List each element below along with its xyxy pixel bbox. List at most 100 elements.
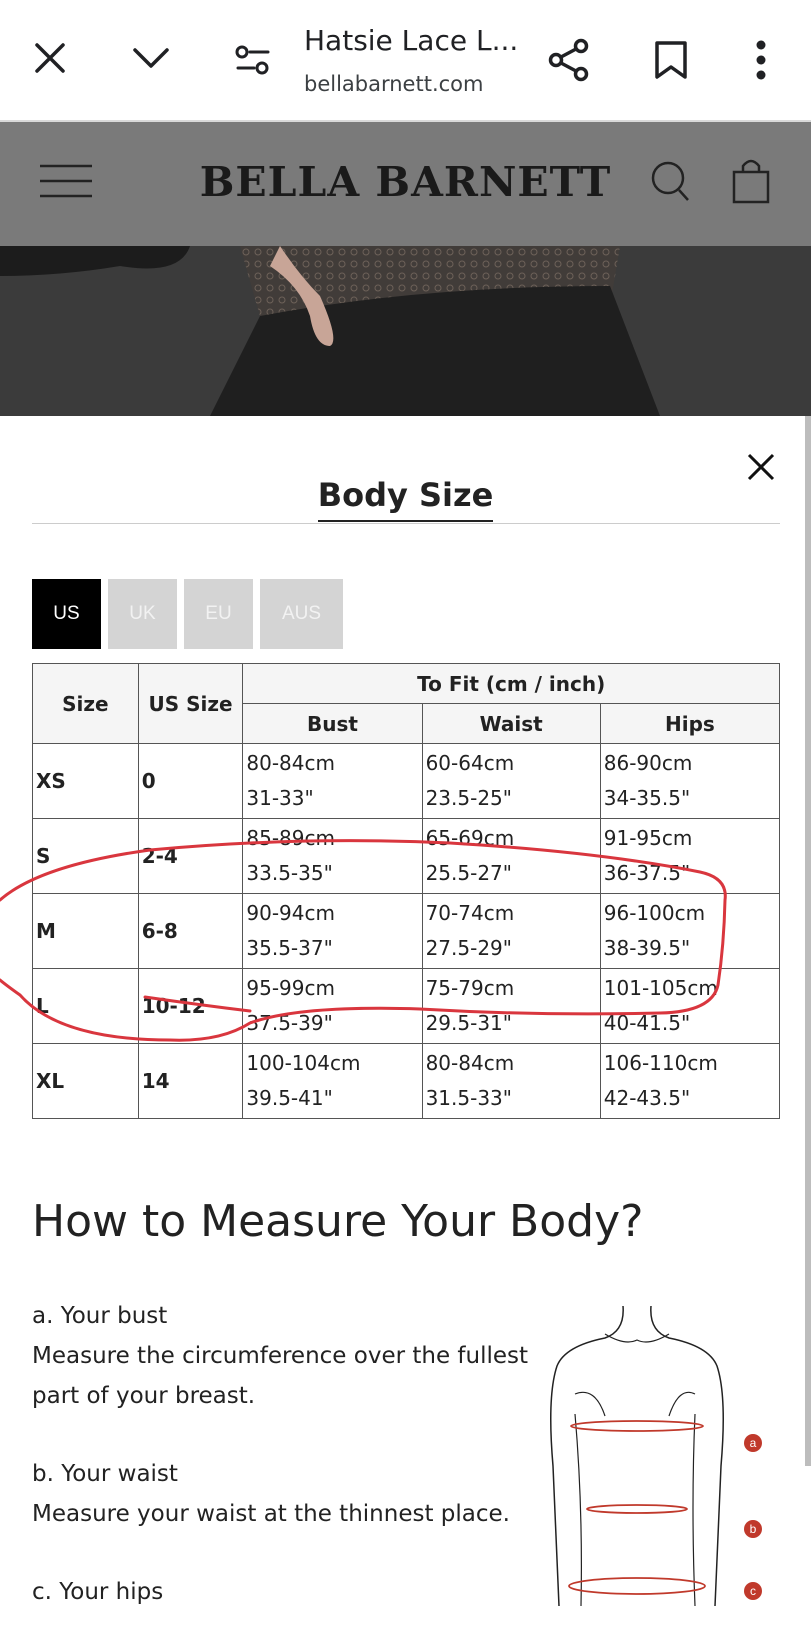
cell-inch: 40-41.5" bbox=[603, 1011, 691, 1035]
divider bbox=[32, 523, 780, 524]
table-row: M 6-8 90-94cm 35.5-37" 70-74cm 27.5-29" 96… bbox=[32, 893, 781, 969]
header-to-fit: To Fit (cm / inch) bbox=[242, 663, 780, 704]
cell-size: XS bbox=[32, 743, 139, 819]
region-tabs: US UK EU AUS bbox=[32, 579, 343, 649]
browser-toolbar: Hatsie Lace L... bellabarnett.com bbox=[0, 0, 811, 122]
header-hips: Hips bbox=[599, 703, 781, 744]
measure-item-text: Measure your waist at the thinnest place… bbox=[32, 1501, 510, 1527]
cell-waist: 75-79cm 29.5-31" bbox=[421, 968, 601, 1044]
cell-inch: 31-33" bbox=[246, 786, 314, 810]
cell-inch: 36-37.5" bbox=[603, 861, 691, 885]
cell-us-size: 10-12 bbox=[137, 968, 244, 1044]
bookmark-icon[interactable] bbox=[654, 40, 688, 80]
cell-size: S bbox=[32, 818, 139, 894]
measure-item: b. Your waist Measure your waist at the … bbox=[32, 1454, 532, 1534]
product-image bbox=[0, 246, 811, 416]
cell-cm: 100-104cm bbox=[246, 1051, 361, 1075]
more-vert-icon[interactable] bbox=[754, 40, 768, 80]
table-row: XS 0 80-84cm 31-33" 60-64cm 23.5-25" 86-90… bbox=[32, 743, 781, 819]
tab-uk[interactable]: UK bbox=[108, 579, 177, 649]
measure-item: a. Your bust Measure the circumference o… bbox=[32, 1296, 532, 1416]
cell-inch: 34-35.5" bbox=[603, 786, 691, 810]
site-settings-icon[interactable] bbox=[234, 44, 272, 76]
header-size: Size bbox=[32, 663, 139, 744]
scrollbar[interactable] bbox=[805, 416, 811, 1466]
table-row: XL 14 100-104cm 39.5-41" 80-84cm 31.5-33" … bbox=[32, 1043, 781, 1119]
measure-item-label: b. Your waist bbox=[32, 1461, 178, 1487]
cell-inch: 38-39.5" bbox=[603, 936, 691, 960]
tab-title[interactable]: Hatsie Lace L... bbox=[304, 24, 518, 57]
cell-waist: 60-64cm 23.5-25" bbox=[421, 743, 601, 819]
measure-instructions: a. Your bust Measure the circumference o… bbox=[32, 1296, 532, 1650]
cell-bust: 85-89cm 33.5-35" bbox=[242, 818, 423, 894]
cell-cm: 90-94cm bbox=[246, 901, 335, 925]
cell-cm: 91-95cm bbox=[603, 826, 693, 850]
modal-title: Body Size bbox=[317, 476, 494, 522]
table-row: L 10-12 95-99cm 37.5-39" 75-79cm 29.5-31" … bbox=[32, 968, 781, 1044]
table-row: S 2-4 85-89cm 33.5-35" 65-69cm 25.5-27" 91… bbox=[32, 818, 781, 894]
cell-hips: 96-100cm 38-39.5" bbox=[599, 893, 781, 969]
cell-inch: 23.5-25" bbox=[425, 786, 512, 810]
cell-inch: 29.5-31" bbox=[425, 1011, 512, 1035]
size-chart-modal: Body Size US UK EU AUS Size US Size To F… bbox=[0, 416, 811, 1606]
cell-inch: 37.5-39" bbox=[246, 1011, 333, 1035]
cell-bust: 80-84cm 31-33" bbox=[242, 743, 423, 819]
cell-us-size: 6-8 bbox=[137, 893, 244, 969]
cell-inch: 25.5-27" bbox=[425, 861, 512, 885]
tab-us[interactable]: US bbox=[32, 579, 101, 649]
header-waist: Waist bbox=[421, 703, 601, 744]
cell-cm: 85-89cm bbox=[246, 826, 335, 850]
cell-cm: 75-79cm bbox=[425, 976, 515, 1000]
cell-size: M bbox=[32, 893, 139, 969]
cell-cm: 95-99cm bbox=[246, 976, 335, 1000]
cell-waist: 65-69cm 25.5-27" bbox=[421, 818, 601, 894]
marker-b: b bbox=[744, 1520, 762, 1538]
cell-cm: 70-74cm bbox=[425, 901, 515, 925]
cell-cm: 65-69cm bbox=[425, 826, 515, 850]
search-icon[interactable] bbox=[650, 160, 692, 204]
shopping-bag-icon[interactable] bbox=[732, 158, 770, 204]
cell-inch: 42-43.5" bbox=[603, 1086, 691, 1110]
tab-eu[interactable]: EU bbox=[184, 579, 253, 649]
cell-size: L bbox=[32, 968, 139, 1044]
cell-cm: 80-84cm bbox=[425, 1051, 515, 1075]
cell-inch: 31.5-33" bbox=[425, 1086, 512, 1110]
cell-waist: 70-74cm 27.5-29" bbox=[421, 893, 601, 969]
tab-aus[interactable]: AUS bbox=[260, 579, 343, 649]
cell-inch: 39.5-41" bbox=[246, 1086, 333, 1110]
cell-hips: 106-110cm 42-43.5" bbox=[599, 1043, 781, 1119]
close-icon[interactable] bbox=[34, 42, 66, 74]
cell-us-size: 14 bbox=[137, 1043, 244, 1119]
cell-waist: 80-84cm 31.5-33" bbox=[421, 1043, 601, 1119]
cell-bust: 95-99cm 37.5-39" bbox=[242, 968, 423, 1044]
cell-hips: 86-90cm 34-35.5" bbox=[599, 743, 781, 819]
measure-heading: How to Measure Your Body? bbox=[32, 1196, 644, 1247]
cell-hips: 101-105cm 40-41.5" bbox=[599, 968, 781, 1044]
cell-us-size: 0 bbox=[137, 743, 244, 819]
cell-bust: 90-94cm 35.5-37" bbox=[242, 893, 423, 969]
site-header: BELLA BARNETT bbox=[0, 122, 811, 246]
cell-cm: 96-100cm bbox=[603, 901, 706, 925]
cell-us-size: 2-4 bbox=[137, 818, 244, 894]
measure-item-text: Measure the circumference over the fulle… bbox=[32, 1343, 529, 1409]
marker-a: a bbox=[744, 1434, 762, 1452]
cell-inch: 27.5-29" bbox=[425, 936, 512, 960]
cell-size: XL bbox=[32, 1043, 139, 1119]
marker-c: c bbox=[744, 1582, 762, 1600]
cell-inch: 33.5-35" bbox=[246, 861, 333, 885]
cell-inch: 35.5-37" bbox=[246, 936, 333, 960]
chevron-down-icon[interactable] bbox=[132, 46, 170, 72]
share-icon[interactable] bbox=[548, 38, 590, 82]
cell-cm: 106-110cm bbox=[603, 1051, 718, 1075]
body-figure-illustration bbox=[550, 1306, 724, 1606]
measure-item-label: c. Your hips bbox=[32, 1579, 164, 1605]
cell-bust: 100-104cm 39.5-41" bbox=[242, 1043, 423, 1119]
cell-cm: 101-105cm bbox=[603, 976, 718, 1000]
measure-item-label: a. Your bust bbox=[32, 1303, 168, 1329]
cell-cm: 60-64cm bbox=[425, 751, 515, 775]
measure-item: c. Your hips bbox=[32, 1572, 532, 1612]
header-us-size: US Size bbox=[137, 663, 244, 744]
cell-cm: 86-90cm bbox=[603, 751, 693, 775]
cell-hips: 91-95cm 36-37.5" bbox=[599, 818, 781, 894]
url-text[interactable]: bellabarnett.com bbox=[304, 72, 483, 96]
